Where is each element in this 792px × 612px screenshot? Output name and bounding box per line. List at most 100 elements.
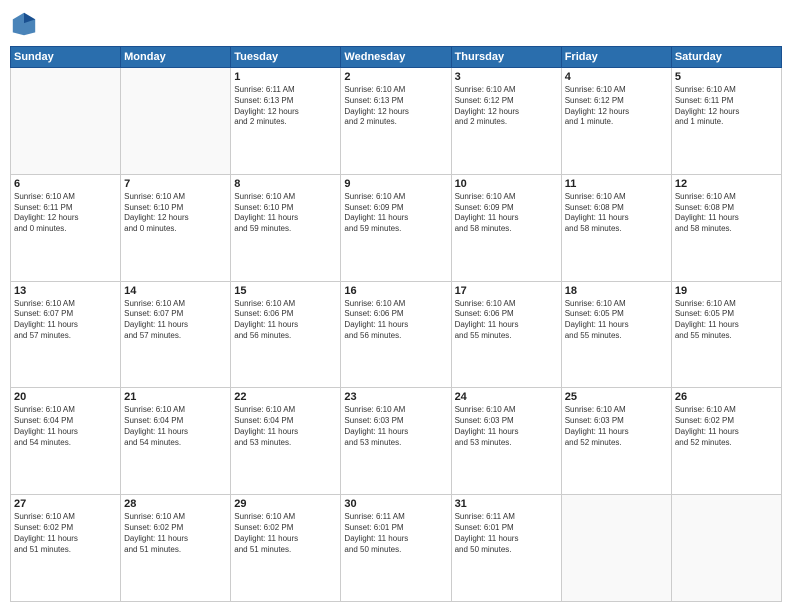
cell-content: Sunrise: 6:11 AMSunset: 6:13 PMDaylight:… (234, 85, 337, 128)
day-number: 17 (455, 285, 558, 297)
day-number: 30 (344, 498, 447, 510)
cell-content: Sunrise: 6:10 AMSunset: 6:10 PMDaylight:… (234, 192, 337, 235)
page: SundayMondayTuesdayWednesdayThursdayFrid… (0, 0, 792, 612)
day-number: 3 (455, 71, 558, 83)
cell-content: Sunrise: 6:10 AMSunset: 6:02 PMDaylight:… (124, 512, 227, 555)
cell-content: Sunrise: 6:10 AMSunset: 6:04 PMDaylight:… (124, 405, 227, 448)
day-number: 9 (344, 178, 447, 190)
cell-content: Sunrise: 6:10 AMSunset: 6:05 PMDaylight:… (565, 299, 668, 342)
week-row-1: 6 Sunrise: 6:10 AMSunset: 6:11 PMDaylight… (11, 174, 782, 281)
week-row-4: 27 Sunrise: 6:10 AMSunset: 6:02 PMDayligh… (11, 495, 782, 602)
cell-content: Sunrise: 6:10 AMSunset: 6:08 PMDaylight:… (565, 192, 668, 235)
week-row-2: 13 Sunrise: 6:10 AMSunset: 6:07 PMDayligh… (11, 281, 782, 388)
cell-content: Sunrise: 6:10 AMSunset: 6:03 PMDaylight:… (455, 405, 558, 448)
calendar-cell: 6 Sunrise: 6:10 AMSunset: 6:11 PMDaylight… (11, 174, 121, 281)
logo (10, 10, 42, 38)
calendar-cell: 28Sunrise: 6:10 AMSunset: 6:02 PMDayligh… (121, 495, 231, 602)
day-header-friday: Friday (561, 47, 671, 68)
cell-content: Sunrise: 6:10 AMSunset: 6:02 PMDaylight:… (675, 405, 778, 448)
calendar-cell: 3 Sunrise: 6:10 AMSunset: 6:12 PMDaylight… (451, 68, 561, 175)
calendar-cell: 21 Sunrise: 6:10 AMSunset: 6:04 PMDayligh… (121, 388, 231, 495)
cell-content: Sunrise: 6:10 AMSunset: 6:09 PMDaylight:… (344, 192, 447, 235)
cell-content: Sunrise: 6:10 AMSunset: 6:09 PMDaylight:… (455, 192, 558, 235)
day-number: 24 (455, 391, 558, 403)
calendar-cell: 27 Sunrise: 6:10 AMSunset: 6:02 PMDayligh… (11, 495, 121, 602)
calendar-cell (121, 68, 231, 175)
day-number: 18 (565, 285, 668, 297)
cell-content: Sunrise: 6:10 AMSunset: 6:03 PMDaylight:… (565, 405, 668, 448)
day-header-thursday: Thursday (451, 47, 561, 68)
calendar-cell: 15 Sunrise: 6:10 AMSunset: 6:06 PMDayligh… (231, 281, 341, 388)
calendar-cell: 10Sunrise: 6:10 AMSunset: 6:09 PMDayligh… (451, 174, 561, 281)
calendar-cell: 22 Sunrise: 6:10 AMSunset: 6:04 PMDayligh… (231, 388, 341, 495)
day-number: 6 (14, 178, 117, 190)
calendar-cell (561, 495, 671, 602)
day-header-sunday: Sunday (11, 47, 121, 68)
calendar-cell: 8 Sunrise: 6:10 AMSunset: 6:10 PMDaylight… (231, 174, 341, 281)
calendar-cell: 17 Sunrise: 6:10 AMSunset: 6:06 PMDayligh… (451, 281, 561, 388)
calendar-cell: 26 Sunrise: 6:10 AMSunset: 6:02 PMDayligh… (671, 388, 781, 495)
day-number: 15 (234, 285, 337, 297)
cell-content: Sunrise: 6:10 AMSunset: 6:06 PMDaylight:… (344, 299, 447, 342)
day-number: 22 (234, 391, 337, 403)
logo-icon (10, 10, 38, 38)
calendar: SundayMondayTuesdayWednesdayThursdayFrid… (10, 46, 782, 602)
day-number: 2 (344, 71, 447, 83)
header-row: SundayMondayTuesdayWednesdayThursdayFrid… (11, 47, 782, 68)
day-number: 11 (565, 178, 668, 190)
calendar-cell: 23 Sunrise: 6:10 AMSunset: 6:03 PMDayligh… (341, 388, 451, 495)
calendar-cell: 5Sunrise: 6:10 AMSunset: 6:11 PMDaylight… (671, 68, 781, 175)
day-number: 7 (124, 178, 227, 190)
day-number: 8 (234, 178, 337, 190)
calendar-cell (11, 68, 121, 175)
day-number: 31 (455, 498, 558, 510)
cell-content: Sunrise: 6:10 AMSunset: 6:06 PMDaylight:… (234, 299, 337, 342)
cell-content: Sunrise: 6:11 AMSunset: 6:01 PMDaylight:… (455, 512, 558, 555)
day-number: 21 (124, 391, 227, 403)
calendar-cell (671, 495, 781, 602)
day-number: 27 (14, 498, 117, 510)
cell-content: Sunrise: 6:11 AMSunset: 6:01 PMDaylight:… (344, 512, 447, 555)
calendar-cell: 1Sunrise: 6:11 AMSunset: 6:13 PMDaylight… (231, 68, 341, 175)
day-header-wednesday: Wednesday (341, 47, 451, 68)
calendar-cell: 12 Sunrise: 6:10 AMSunset: 6:08 PMDayligh… (671, 174, 781, 281)
cell-content: Sunrise: 6:10 AMSunset: 6:12 PMDaylight:… (455, 85, 558, 128)
week-row-0: 1Sunrise: 6:11 AMSunset: 6:13 PMDaylight… (11, 68, 782, 175)
calendar-cell: 16 Sunrise: 6:10 AMSunset: 6:06 PMDayligh… (341, 281, 451, 388)
cell-content: Sunrise: 6:10 AMSunset: 6:07 PMDaylight:… (14, 299, 117, 342)
day-number: 16 (344, 285, 447, 297)
calendar-cell: 7 Sunrise: 6:10 AMSunset: 6:10 PMDaylight… (121, 174, 231, 281)
cell-content: Sunrise: 6:10 AMSunset: 6:07 PMDaylight:… (124, 299, 227, 342)
cell-content: Sunrise: 6:10 AMSunset: 6:10 PMDaylight:… (124, 192, 227, 235)
cell-content: Sunrise: 6:10 AMSunset: 6:02 PMDaylight:… (14, 512, 117, 555)
cell-content: Sunrise: 6:10 AMSunset: 6:03 PMDaylight:… (344, 405, 447, 448)
day-number: 23 (344, 391, 447, 403)
calendar-cell: 20Sunrise: 6:10 AMSunset: 6:04 PMDayligh… (11, 388, 121, 495)
cell-content: Sunrise: 6:10 AMSunset: 6:13 PMDaylight:… (344, 85, 447, 128)
cell-content: Sunrise: 6:10 AMSunset: 6:05 PMDaylight:… (675, 299, 778, 342)
cell-content: Sunrise: 6:10 AMSunset: 6:06 PMDaylight:… (455, 299, 558, 342)
day-number: 20 (14, 391, 117, 403)
cell-content: Sunrise: 6:10 AMSunset: 6:11 PMDaylight:… (675, 85, 778, 128)
day-number: 29 (234, 498, 337, 510)
week-row-3: 20 Sunrise: 6:10 AMSunset: 6:04 PMDayligh… (11, 388, 782, 495)
day-number: 26 (675, 391, 778, 403)
day-number: 4 (565, 71, 668, 83)
calendar-cell: 2 Sunrise: 6:10 AMSunset: 6:13 PMDaylight… (341, 68, 451, 175)
calendar-cell: 13 Sunrise: 6:10 AMSunset: 6:07 PMDayligh… (11, 281, 121, 388)
calendar-cell: 9 Sunrise: 6:10 AMSunset: 6:09 PMDaylight… (341, 174, 451, 281)
cell-content: Sunrise: 6:10 AMSunset: 6:04 PMDaylight:… (234, 405, 337, 448)
cell-content: Sunrise: 6:10 AMSunset: 6:11 PMDaylight:… (14, 192, 117, 235)
day-number: 12 (675, 178, 778, 190)
day-number: 19 (675, 285, 778, 297)
calendar-cell: 18 Sunrise: 6:10 AMSunset: 6:05 PMDayligh… (561, 281, 671, 388)
calendar-cell: 11 Sunrise: 6:10 AMSunset: 6:08 PMDayligh… (561, 174, 671, 281)
day-number: 14 (124, 285, 227, 297)
day-number: 13 (14, 285, 117, 297)
cell-content: Sunrise: 6:10 AMSunset: 6:12 PMDaylight:… (565, 85, 668, 128)
calendar-cell: 14 Sunrise: 6:10 AMSunset: 6:07 PMDayligh… (121, 281, 231, 388)
cell-content: Sunrise: 6:10 AMSunset: 6:08 PMDaylight:… (675, 192, 778, 235)
day-header-saturday: Saturday (671, 47, 781, 68)
cell-content: Sunrise: 6:10 AMSunset: 6:02 PMDaylight:… (234, 512, 337, 555)
calendar-cell: 19 Sunrise: 6:10 AMSunset: 6:05 PMDayligh… (671, 281, 781, 388)
